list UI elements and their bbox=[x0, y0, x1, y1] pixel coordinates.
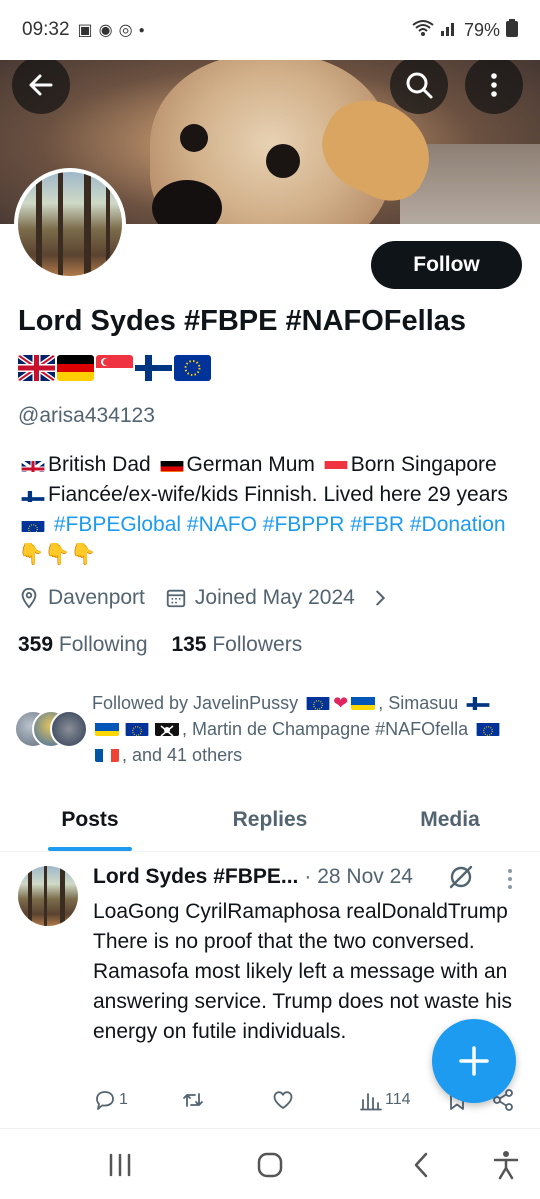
arrow-left-icon bbox=[29, 74, 53, 96]
flag-emojis bbox=[18, 355, 211, 381]
hashtag-link[interactable]: #FBPPR bbox=[263, 513, 345, 536]
wifi-icon bbox=[412, 19, 434, 42]
gallery-icon: ▣ bbox=[77, 22, 93, 39]
post-more-icon[interactable] bbox=[500, 866, 520, 892]
heart-emoji: ❤ bbox=[333, 693, 349, 713]
system-nav-bar bbox=[0, 1128, 540, 1199]
views-button[interactable]: 114 bbox=[359, 1088, 411, 1112]
finland-flag-icon bbox=[135, 355, 172, 381]
eu-flag-icon bbox=[306, 694, 330, 710]
follow-button[interactable]: Follow bbox=[371, 241, 522, 289]
tab-replies[interactable]: Replies bbox=[180, 790, 360, 851]
uk-flag-icon bbox=[18, 355, 55, 381]
bio-text-4: Fiancée/ex-wife/kids Finnish. Lived here… bbox=[48, 483, 508, 506]
post-header: Lord Sydes #FBPE... · 28 Nov 24 bbox=[93, 865, 413, 889]
hashtag-link[interactable]: #FBR bbox=[350, 513, 404, 536]
post-author-name[interactable]: Lord Sydes #FBPE... bbox=[93, 865, 298, 889]
plus-icon bbox=[459, 1046, 489, 1076]
search-icon bbox=[406, 72, 433, 99]
following-link[interactable]: 359 Following bbox=[18, 633, 148, 656]
post-date: · 28 Nov 24 bbox=[304, 865, 413, 888]
post-author-avatar[interactable] bbox=[18, 866, 78, 926]
followers-link[interactable]: 135 Followers bbox=[171, 633, 302, 656]
follow-counts: 359 Following 135 Followers bbox=[18, 633, 302, 657]
eu-flag-icon bbox=[125, 720, 149, 736]
eu-flag-icon bbox=[476, 720, 500, 736]
back-nav-icon[interactable] bbox=[406, 1149, 438, 1181]
singapore-flag-icon bbox=[324, 456, 348, 472]
battery-icon bbox=[506, 18, 518, 42]
reply-icon bbox=[96, 1091, 114, 1110]
app-icon-2: ◎ bbox=[118, 22, 133, 39]
pirate-flag-icon bbox=[155, 720, 179, 736]
pointing-down-emojis: 👇👇👇 bbox=[18, 543, 97, 566]
heart-icon bbox=[273, 1091, 293, 1109]
profile-name: Lord Sydes #FBPE #NAFOFellas bbox=[18, 305, 467, 337]
home-icon[interactable] bbox=[254, 1149, 286, 1181]
germany-flag-icon bbox=[57, 355, 94, 381]
finland-flag-icon bbox=[466, 694, 490, 710]
bio-text-1: British Dad bbox=[48, 453, 151, 476]
status-time: 09:32 bbox=[22, 19, 70, 40]
notification-icons: ▣ ◉ ◎ ● bbox=[78, 20, 145, 40]
ukraine-flag-icon bbox=[351, 694, 376, 710]
repost-button[interactable] bbox=[181, 1088, 207, 1112]
chevron-right-icon[interactable] bbox=[369, 587, 391, 609]
profile-bio: British Dad German Mum Born Singapore Fi… bbox=[18, 450, 524, 570]
uk-flag-icon bbox=[21, 456, 45, 472]
germany-flag-icon bbox=[160, 456, 184, 472]
recent-apps-icon[interactable] bbox=[104, 1149, 136, 1181]
more-vertical-icon bbox=[491, 73, 497, 97]
signal-icon bbox=[440, 20, 458, 41]
repost-icon bbox=[183, 1093, 203, 1107]
compose-post-button[interactable] bbox=[432, 1019, 516, 1103]
status-bar: 09:32 ▣ ◉ ◎ ● 79% bbox=[0, 0, 540, 60]
hashtag-link[interactable]: #NAFO bbox=[187, 513, 257, 536]
tab-posts[interactable]: Posts bbox=[0, 790, 180, 851]
bio-text-2: German Mum bbox=[186, 453, 315, 476]
tab-media[interactable]: Media bbox=[360, 790, 540, 851]
search-button[interactable] bbox=[390, 56, 448, 114]
profile-joined: Joined May 2024 bbox=[194, 586, 355, 609]
profile-handle: @arisa434123 bbox=[18, 404, 155, 427]
view-count: 114 bbox=[385, 1091, 411, 1108]
battery-level: 79% bbox=[463, 19, 500, 40]
calendar-icon bbox=[166, 589, 186, 608]
hashtag-link[interactable]: #FBPEGlobal bbox=[54, 513, 181, 536]
location-pin-icon bbox=[21, 587, 37, 609]
reply-count: 1 bbox=[119, 1091, 128, 1108]
eu-flag-icon bbox=[174, 355, 211, 381]
more-options-button[interactable] bbox=[465, 56, 523, 114]
back-button[interactable] bbox=[12, 56, 70, 114]
reply-button[interactable]: 1 bbox=[93, 1088, 128, 1112]
profile-avatar[interactable] bbox=[14, 168, 126, 280]
profile-location: Davenport bbox=[48, 586, 145, 609]
accessibility-icon[interactable] bbox=[490, 1149, 522, 1181]
avatar bbox=[50, 710, 88, 748]
hashtag-link[interactable]: #Donation bbox=[410, 513, 506, 536]
followed-by-avatars[interactable] bbox=[14, 710, 94, 750]
dot-icon: ● bbox=[138, 24, 145, 36]
views-icon bbox=[360, 1093, 382, 1111]
profile-tabs: Posts Replies Media bbox=[0, 790, 540, 852]
profile-meta: Davenport Joined May 2024 bbox=[18, 586, 391, 610]
followed-by-text[interactable]: Followed by JavelinPussy ❤, Simasuu , Ma… bbox=[92, 690, 522, 768]
like-button[interactable] bbox=[271, 1088, 297, 1112]
bio-text-3: Born Singapore bbox=[350, 453, 497, 476]
eu-flag-icon bbox=[21, 516, 45, 532]
finland-flag-icon bbox=[21, 486, 45, 502]
app-icon: ◉ bbox=[98, 22, 113, 39]
france-flag-icon bbox=[95, 746, 119, 762]
ukraine-flag-icon bbox=[95, 720, 119, 736]
singapore-flag-icon bbox=[96, 355, 133, 381]
grok-icon[interactable] bbox=[448, 864, 474, 890]
